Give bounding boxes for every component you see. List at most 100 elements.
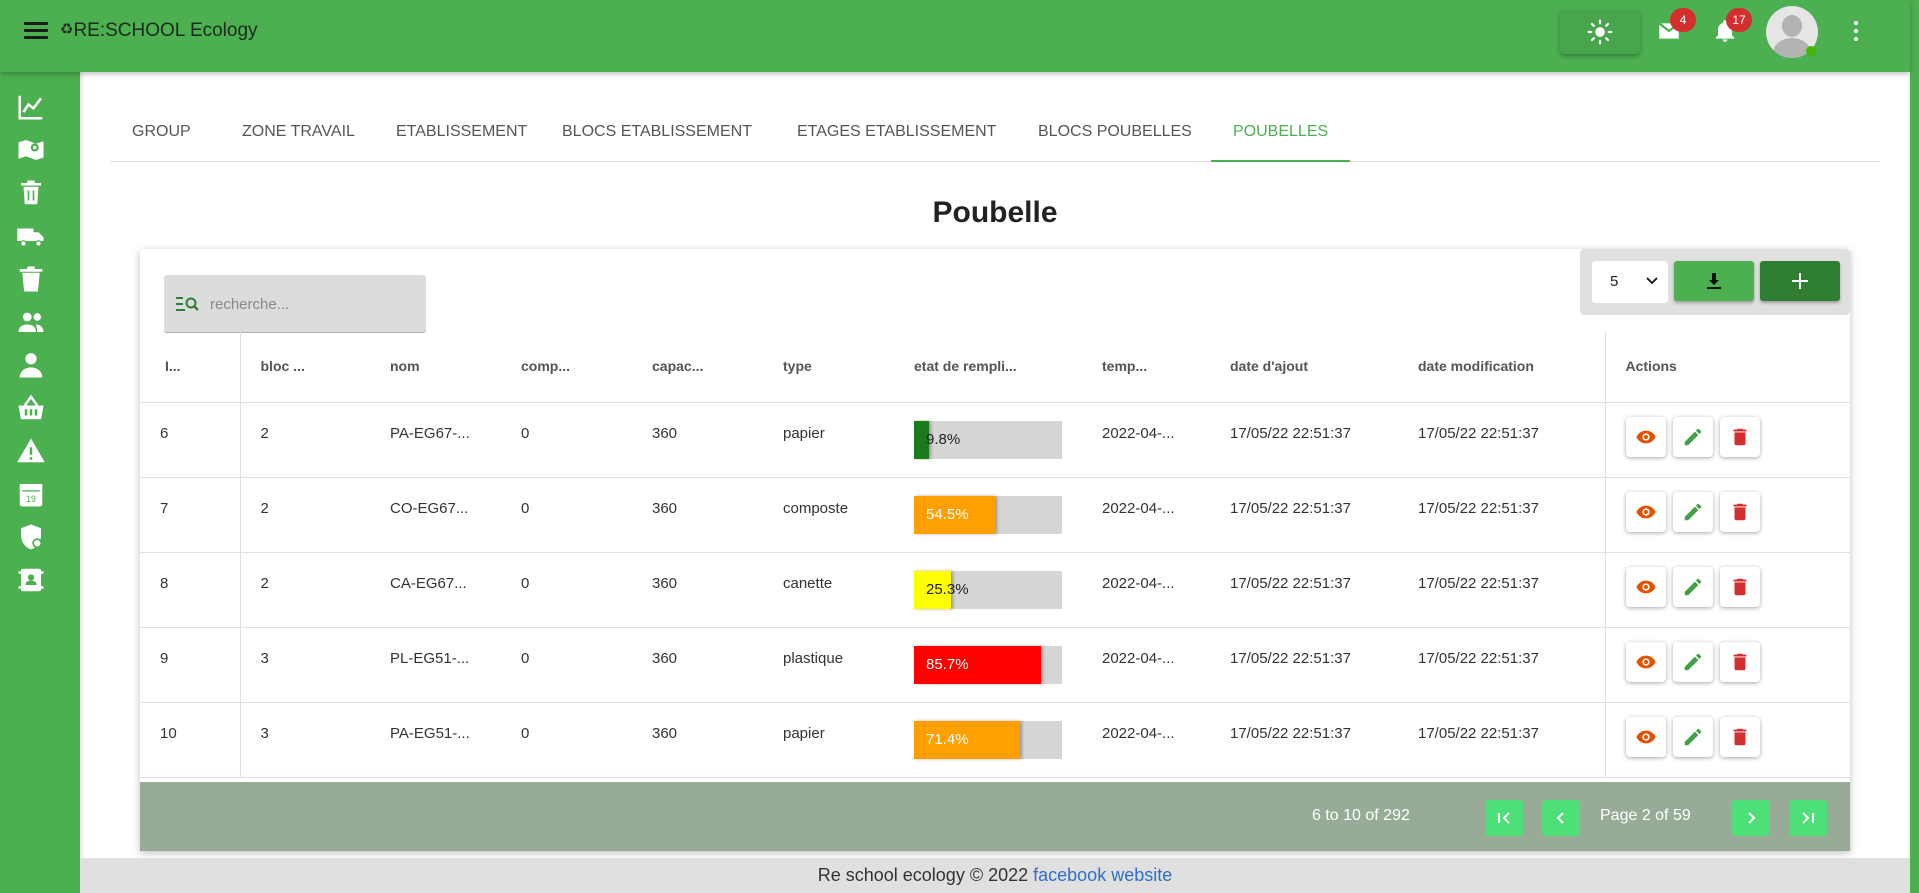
fill-level-bar: 9.8%: [914, 420, 1062, 459]
cell-etat: 25.3%: [894, 552, 1082, 628]
delete-button[interactable]: [1719, 716, 1760, 757]
cell-id: 6: [140, 402, 241, 478]
delete-button[interactable]: [1719, 641, 1760, 682]
chevron-down-icon: [1646, 277, 1658, 285]
cell-etat: 85.7%: [894, 627, 1082, 703]
add-button[interactable]: [1760, 261, 1840, 301]
view-button[interactable]: [1625, 716, 1666, 757]
delete-button[interactable]: [1719, 491, 1760, 532]
svg-text:19: 19: [26, 494, 36, 504]
cell-nom: PA-EG67-...: [370, 402, 501, 478]
group-icon[interactable]: [16, 307, 46, 337]
cell-bloc: 2: [240, 402, 370, 478]
view-button[interactable]: [1625, 641, 1666, 682]
scrollbar[interactable]: [1910, 0, 1919, 893]
column-header-temp[interactable]: temp...: [1082, 331, 1210, 403]
cell-nom: CO-EG67...: [370, 477, 501, 553]
delete-button[interactable]: [1719, 416, 1760, 457]
column-header-type[interactable]: type: [763, 331, 894, 403]
theme-toggle-button[interactable]: [1560, 10, 1640, 54]
app-title: ♻RE:SCHOOL Ecology: [60, 20, 258, 42]
chevron-left-icon: [1556, 812, 1564, 824]
search-input[interactable]: [210, 289, 410, 319]
more-vert-icon[interactable]: [1849, 21, 1863, 45]
notifications-button[interactable]: 17: [1712, 8, 1752, 46]
cell-temp: 2022-04-...: [1082, 477, 1210, 553]
column-header-comp[interactable]: comp...: [501, 331, 632, 403]
tab-etages-etablissement[interactable]: ETAGES ETABLISSEMENT: [775, 112, 1018, 162]
previous-page-button[interactable]: [1542, 800, 1580, 836]
basket-icon[interactable]: [16, 393, 46, 423]
calendar-icon[interactable]: 19: [16, 479, 46, 509]
cell-capac: 360: [632, 477, 763, 553]
cell-bloc: 2: [240, 477, 370, 553]
edit-button[interactable]: [1672, 716, 1713, 757]
cell-date-ajout: 17/05/22 22:51:37: [1210, 402, 1398, 478]
column-header-actions: Actions: [1604, 331, 1850, 403]
edit-button[interactable]: [1672, 641, 1713, 682]
contact-icon[interactable]: [16, 565, 46, 595]
eye-icon: [1635, 580, 1656, 593]
cell-bloc: 3: [240, 627, 370, 703]
first-page-button[interactable]: [1485, 800, 1523, 836]
trash-icon[interactable]: [16, 264, 46, 294]
column-header-capac[interactable]: capac...: [632, 331, 763, 403]
edit-button[interactable]: [1672, 491, 1713, 532]
footer: Re school ecology © 2022 facebook websit…: [80, 858, 1910, 893]
last-page-button[interactable]: [1789, 800, 1827, 836]
view-button[interactable]: [1625, 416, 1666, 457]
download-button[interactable]: [1674, 261, 1754, 301]
next-page-button[interactable]: [1732, 800, 1770, 836]
tab-blocs-etablissement[interactable]: BLOCS ETABLISSEMENT: [540, 112, 774, 162]
edit-button[interactable]: [1672, 416, 1713, 457]
cell-capac: 360: [632, 402, 763, 478]
column-header-nom[interactable]: nom: [370, 331, 501, 403]
facebook-link[interactable]: facebook: [1033, 865, 1106, 885]
plus-icon: [1792, 273, 1808, 289]
cell-bloc: 2: [240, 552, 370, 628]
page-size-select[interactable]: 5: [1592, 261, 1668, 303]
cell-capac: 360: [632, 552, 763, 628]
eye-icon: [1635, 730, 1656, 743]
cell-bloc: 3: [240, 702, 370, 778]
column-header-etat[interactable]: etat de rempli...: [894, 331, 1082, 403]
column-header-bloc[interactable]: bloc ...: [240, 331, 370, 403]
mail-badge: 4: [1670, 8, 1696, 32]
tab-blocs-poubelles[interactable]: BLOCS POUBELLES: [1016, 112, 1214, 162]
cell-actions: [1604, 702, 1850, 778]
mail-button[interactable]: 4: [1656, 8, 1696, 46]
person-icon[interactable]: [16, 350, 46, 380]
column-header-date-modification[interactable]: date modification: [1398, 331, 1605, 403]
pencil-icon: [1684, 728, 1701, 745]
menu-icon[interactable]: [24, 22, 48, 42]
delete-icon: [1733, 728, 1747, 745]
tab-etablissement[interactable]: ETABLISSEMENT: [374, 112, 549, 162]
edit-button[interactable]: [1672, 566, 1713, 607]
cell-nom: PL-EG51-...: [370, 627, 501, 703]
notifications-badge: 17: [1726, 8, 1752, 32]
cell-actions: [1604, 477, 1850, 553]
cell-date-ajout: 17/05/22 22:51:37: [1210, 627, 1398, 703]
website-link[interactable]: website: [1111, 865, 1172, 885]
chart-line-icon[interactable]: [16, 92, 46, 122]
table-toolbar: 5: [1580, 249, 1850, 315]
column-header-id[interactable]: I...: [140, 331, 241, 403]
warning-icon[interactable]: [16, 436, 46, 466]
shield-icon[interactable]: [16, 522, 46, 552]
tab-zone-travail[interactable]: ZONE TRAVAIL: [220, 112, 377, 162]
map-marker-icon[interactable]: [16, 135, 46, 165]
view-button[interactable]: [1625, 566, 1666, 607]
table-body: 6 2 PA-EG67-... 0 360 papier 9.8% 2022-0…: [140, 402, 1850, 778]
delete-button[interactable]: [1719, 566, 1760, 607]
fill-level-label: 9.8%: [926, 430, 961, 448]
cell-etat: 54.5%: [894, 477, 1082, 553]
tab-poubelles[interactable]: POUBELLES: [1211, 112, 1351, 162]
column-header-date-ajout[interactable]: date d'ajout: [1210, 331, 1398, 403]
tab-group[interactable]: GROUP: [110, 112, 213, 162]
cell-date-modification: 17/05/22 22:51:37: [1398, 477, 1605, 553]
cell-etat: 71.4%: [894, 702, 1082, 778]
cell-date-modification: 17/05/22 22:51:37: [1398, 552, 1605, 628]
view-button[interactable]: [1625, 491, 1666, 532]
cell-temp: 2022-04-...: [1082, 552, 1210, 628]
cell-temp: 2022-04-...: [1082, 402, 1210, 478]
